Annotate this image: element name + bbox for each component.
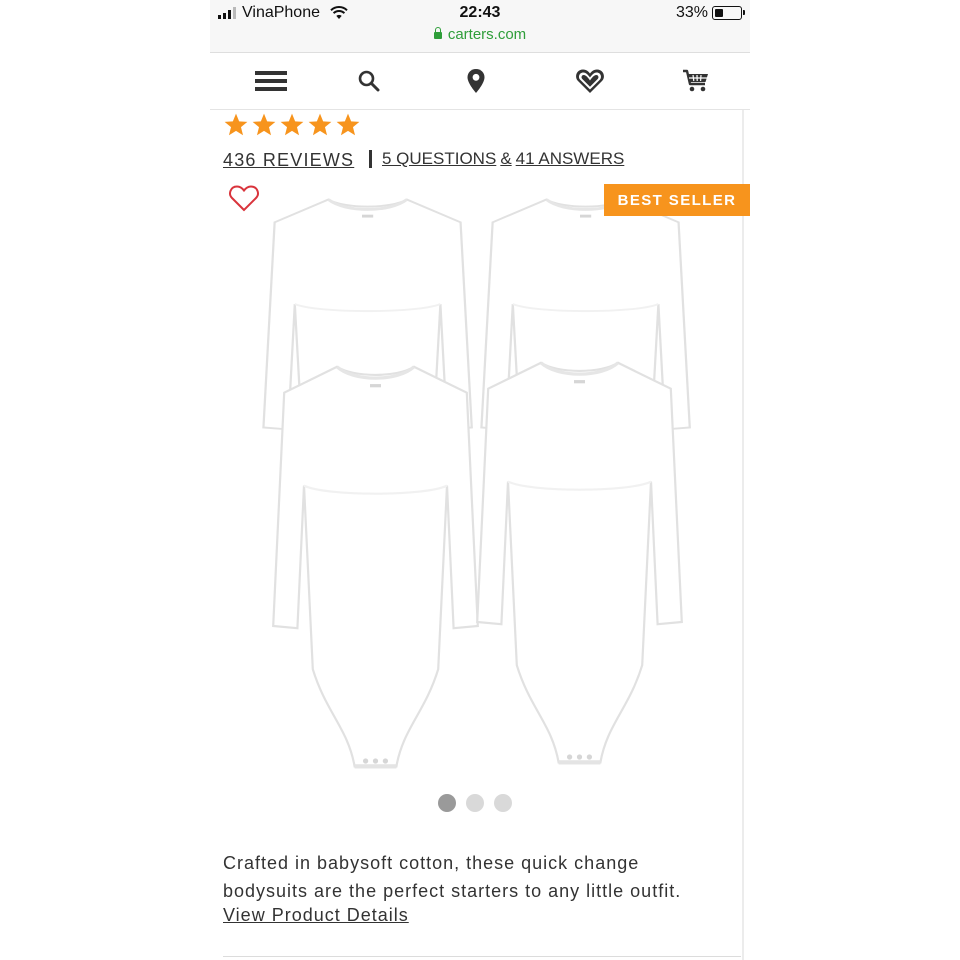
address-bar[interactable]: carters.com <box>210 26 750 43</box>
carousel-dot[interactable] <box>466 794 484 812</box>
star-icon <box>224 113 248 136</box>
top-nav <box>210 53 750 110</box>
search-button[interactable] <box>347 63 391 99</box>
product-image[interactable] <box>250 190 710 780</box>
cart-icon <box>683 69 708 92</box>
view-product-details-link[interactable]: View Product Details <box>223 905 409 926</box>
star-icon <box>280 113 304 136</box>
reviews-link[interactable]: 436 REVIEWS <box>223 150 354 171</box>
cart-button[interactable] <box>674 63 718 99</box>
star-icon <box>336 113 360 136</box>
status-time: 22:43 <box>459 4 501 21</box>
favorite-icon[interactable] <box>228 184 260 212</box>
wishlist-button[interactable] <box>568 63 612 99</box>
questions-answers-link[interactable]: 5 QUESTIONS & 41 ANSWERS <box>382 149 628 169</box>
lock-icon <box>433 27 442 39</box>
search-icon <box>358 70 380 92</box>
section-divider <box>223 956 741 957</box>
menu-button[interactable] <box>249 63 293 99</box>
carousel-dot[interactable] <box>438 794 456 812</box>
divider <box>369 150 372 168</box>
status-bar: VinaPhone 22:43 33% carters.com <box>210 0 750 53</box>
location-icon <box>467 69 485 93</box>
carousel-dot[interactable] <box>494 794 512 812</box>
battery-icon <box>712 6 745 20</box>
star-icon <box>252 113 276 136</box>
qa-ampersand: & <box>500 149 512 168</box>
bodysuits-illustration <box>250 190 710 780</box>
questions-count: 5 QUESTIONS <box>382 149 497 168</box>
battery-percent: 33% <box>675 4 708 21</box>
product-description: Crafted in babysoft cotton, these quick … <box>223 853 682 901</box>
battery-group: 33% <box>675 4 745 22</box>
star-rating[interactable] <box>223 112 361 138</box>
phone-screen: VinaPhone 22:43 33% carters.com 436 REVI… <box>210 0 750 960</box>
product-content: 436 REVIEWS 5 QUESTIONS & 41 ANSWERS BES… <box>210 110 750 960</box>
answers-count: 41 ANSWERS <box>515 149 625 168</box>
url-text: carters.com <box>447 26 527 43</box>
heart-icon <box>576 69 604 93</box>
best-seller-badge: BEST SELLER <box>604 184 750 216</box>
carousel-dots <box>438 794 512 812</box>
store-locator-button[interactable] <box>454 63 498 99</box>
menu-icon <box>255 71 287 91</box>
star-icon <box>308 113 332 136</box>
